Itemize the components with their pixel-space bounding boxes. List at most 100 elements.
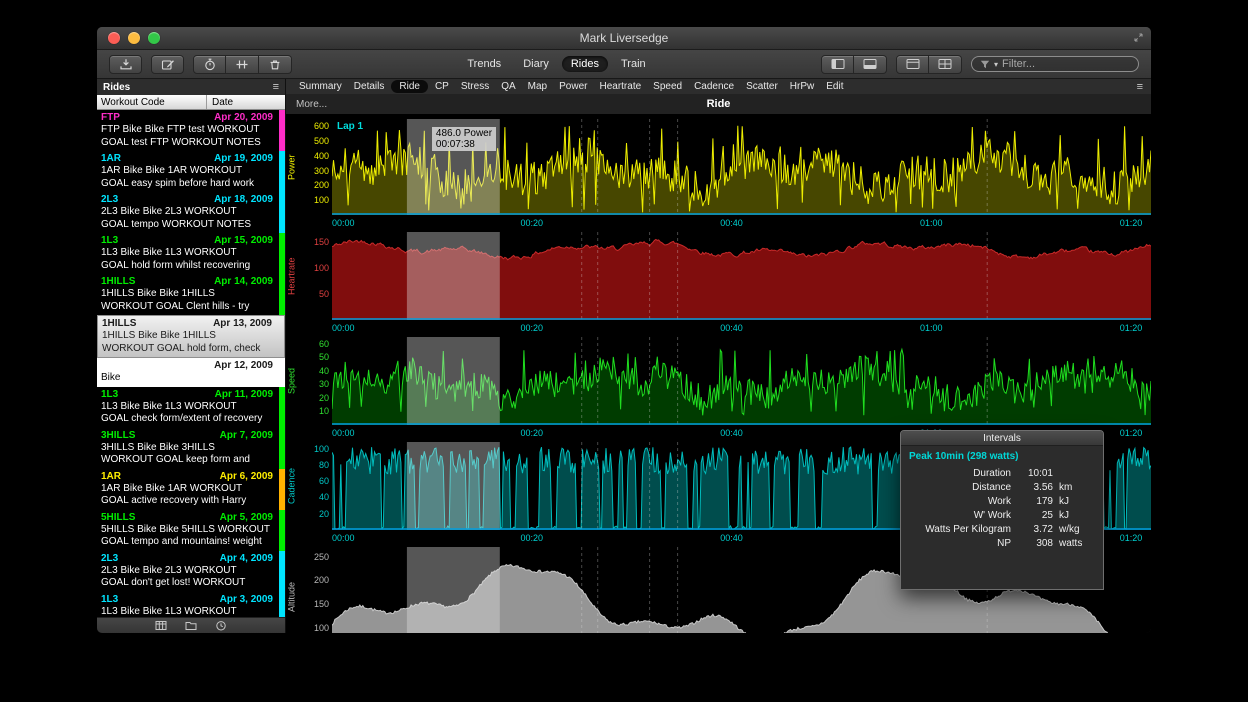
toolbar-tab-rides[interactable]: Rides	[562, 56, 608, 72]
ride-color-bar	[279, 110, 285, 151]
ride-description: GOAL active recovery with Harry	[101, 495, 273, 508]
power-ytick: 400	[314, 151, 329, 161]
fullscreen-icon[interactable]	[1133, 32, 1144, 43]
table-view-icon[interactable]	[155, 620, 167, 631]
ride-list-item[interactable]: 1ARApr 19, 20091AR Bike Bike 1AR WORKOUT…	[97, 151, 285, 192]
zoom-window-button[interactable]	[148, 32, 160, 44]
app-window: Mark Liversedge	[97, 27, 1151, 633]
sidebar-footer	[97, 617, 285, 633]
ride-date: Apr 7, 2009	[220, 430, 273, 442]
stopwatch-button[interactable]	[193, 55, 226, 74]
ride-description: GOAL tempo and mountains! weight	[101, 536, 273, 549]
toolbar-tab-diary[interactable]: Diary	[514, 56, 558, 72]
titlebar[interactable]: Mark Liversedge	[97, 27, 1151, 50]
ride-list[interactable]: FTPApr 20, 2009FTP Bike Bike FTP test WO…	[97, 110, 285, 617]
interval-metric-label: NP	[909, 538, 1011, 549]
xtick-label: 00:40	[720, 428, 743, 438]
power-ytick: 300	[314, 166, 329, 176]
speed-plot[interactable]	[332, 337, 1151, 425]
tab-heartrate[interactable]: Heartrate	[594, 81, 646, 92]
tab-details[interactable]: Details	[349, 81, 390, 92]
intervals-button[interactable]	[226, 55, 259, 74]
sidebar-header[interactable]: Rides ≡	[97, 79, 285, 95]
tab-hrpw[interactable]: HrPw	[785, 81, 819, 92]
ride-code: 2L3	[101, 553, 118, 565]
sidebar-toggle-button[interactable]	[821, 55, 854, 74]
tab-summary[interactable]: Summary	[294, 81, 347, 92]
column-workout-code[interactable]: Workout Code	[97, 95, 207, 109]
ride-code: 5HILLS	[101, 512, 135, 524]
ride-description: GOAL check form/extent of recovery	[101, 413, 273, 426]
power-plot[interactable]: Lap 1486.0 Power00:07:38	[332, 119, 1151, 215]
ride-description: 3HILLS Bike Bike 3HILLS	[101, 442, 273, 455]
filter-input[interactable]: ▾ Filter...	[971, 56, 1139, 72]
ride-list-item[interactable]: 2L3Apr 18, 20092L3 Bike Bike 2L3 WORKOUT…	[97, 192, 285, 233]
ride-code: 3HILLS	[101, 430, 135, 442]
more-button[interactable]: More...	[296, 99, 327, 110]
ride-list-item[interactable]: 2L3Apr 4, 20092L3 Bike Bike 2L3 WORKOUTG…	[97, 551, 285, 592]
ride-list-item[interactable]: 5HILLSApr 5, 20095HILLS Bike Bike 5HILLS…	[97, 510, 285, 551]
ride-list-item[interactable]: Apr 12, 2009Bike	[97, 358, 285, 387]
ride-list-item[interactable]: 1L3Apr 3, 20091L3 Bike Bike 1L3 WORKOUT	[97, 592, 285, 618]
ride-code: 1L3	[101, 594, 118, 606]
tab-power[interactable]: Power	[554, 81, 592, 92]
minimize-window-button[interactable]	[128, 32, 140, 44]
ride-list-item[interactable]: 1L3Apr 15, 20091L3 Bike Bike 1L3 WORKOUT…	[97, 233, 285, 274]
tab-qa[interactable]: QA	[496, 81, 520, 92]
power-chart[interactable]: Power600500400300200100Lap 1486.0 Power0…	[286, 119, 1151, 231]
speed-axis-gutter: Speed605040302010	[286, 337, 332, 425]
ride-description: 1AR Bike Bike 1AR WORKOUT	[101, 165, 273, 178]
ride-list-item[interactable]: 1ARApr 6, 20091AR Bike Bike 1AR WORKOUTG…	[97, 469, 285, 510]
ride-list-column-header[interactable]: Workout Code Date	[97, 95, 285, 110]
column-date[interactable]: Date	[207, 95, 285, 109]
tab-scatter[interactable]: Scatter	[741, 81, 783, 92]
edit-button[interactable]	[151, 55, 184, 74]
ride-list-item[interactable]: 1L3Apr 11, 20091L3 Bike Bike 1L3 WORKOUT…	[97, 387, 285, 428]
altitude-axis-label: Altitude	[286, 547, 297, 633]
delete-button[interactable]	[259, 55, 292, 74]
intervals-popup[interactable]: Intervals Peak 10min (298 watts) Duratio…	[900, 430, 1104, 590]
sidebar-menu-icon[interactable]: ≡	[273, 81, 279, 93]
ride-date: Apr 5, 2009	[220, 512, 273, 524]
tab-ride[interactable]: Ride	[391, 80, 428, 93]
toolbar-tab-trends[interactable]: Trends	[458, 56, 510, 72]
ride-code: FTP	[101, 112, 120, 124]
bottombar-toggle-button[interactable]	[854, 55, 887, 74]
intervals-popup-title[interactable]: Intervals	[901, 431, 1103, 446]
cadence-ytick: 100	[314, 444, 329, 454]
interval-metric-value: 25	[1017, 510, 1053, 521]
ride-color-bar	[279, 192, 285, 233]
history-clock-icon[interactable]	[215, 620, 227, 631]
ride-date: Apr 12, 2009	[214, 360, 273, 372]
ride-list-item[interactable]: 3HILLS Apr 7, 20093HILLS Bike Bike 3HILLS…	[97, 428, 285, 469]
power-ytick: 100	[314, 195, 329, 205]
xtick-label: 01:00	[920, 218, 943, 228]
cadence-ytick: 20	[319, 509, 329, 519]
ride-description: 2L3 Bike Bike 2L3 WORKOUT	[101, 206, 273, 219]
folder-icon[interactable]	[185, 620, 197, 631]
intervals-popup-body: Peak 10min (298 watts) Duration10:01Dist…	[901, 446, 1103, 554]
filter-caret-icon: ▾	[994, 60, 998, 69]
tab-speed[interactable]: Speed	[648, 81, 687, 92]
save-button[interactable]	[109, 55, 142, 74]
close-window-button[interactable]	[108, 32, 120, 44]
ride-list-item[interactable]: 1HILLSApr 13, 20091HILLS Bike Bike 1HILL…	[97, 315, 285, 358]
heartrate-chart[interactable]: Heartrate1501005000:0000:2000:4001:0001:…	[286, 232, 1151, 336]
toolbar-tab-train[interactable]: Train	[612, 56, 655, 72]
interval-metric-label: Work	[909, 496, 1011, 507]
tab-cp[interactable]: CP	[430, 81, 454, 92]
ride-list-item[interactable]: FTPApr 20, 2009FTP Bike Bike FTP test WO…	[97, 110, 285, 151]
tab-map[interactable]: Map	[523, 81, 552, 92]
ride-list-item[interactable]: 1HILLSApr 14, 20091HILLS Bike Bike 1HILL…	[97, 274, 285, 315]
tabbed-view-button[interactable]	[896, 55, 929, 74]
heartrate-plot[interactable]	[332, 232, 1151, 320]
speed-chart[interactable]: Speed60504030201000:0000:2000:4001:0001:…	[286, 337, 1151, 441]
chart-menu-icon[interactable]: ≡	[1137, 81, 1143, 93]
tiled-view-button[interactable]	[929, 55, 962, 74]
tab-cadence[interactable]: Cadence	[689, 81, 739, 92]
tab-stress[interactable]: Stress	[456, 81, 494, 92]
filter-funnel-icon	[980, 60, 990, 69]
filter-placeholder: Filter...	[1002, 58, 1035, 70]
ride-color-bar	[279, 274, 285, 315]
tab-edit[interactable]: Edit	[821, 81, 848, 92]
